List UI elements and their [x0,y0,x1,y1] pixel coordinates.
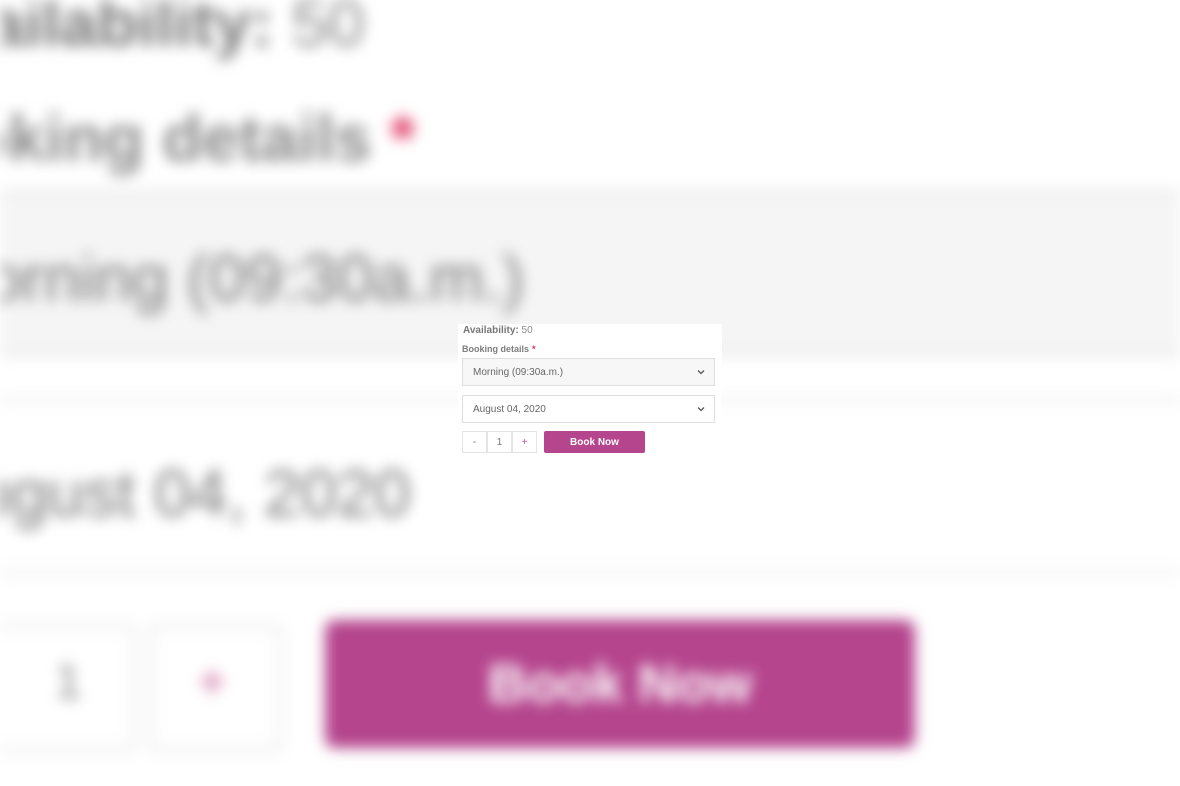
backdrop-date-text: August 04, 2020 [0,456,411,530]
session-select[interactable]: Morning (09:30a.m.) [462,358,715,386]
backdrop-plus-sign: + [198,656,227,709]
required-marker: * [532,344,536,354]
product-booking-view: Availability: 50 Booking details * Morni… [0,0,1180,786]
backdrop-booking-label: Booking details * [0,101,416,175]
backdrop-qty-value: 1 [55,656,82,709]
chevron-down-icon [697,370,705,375]
date-select-value: August 04, 2020 [473,403,546,415]
booking-details-text: Booking details [462,344,530,354]
availability-value: 50 [521,325,533,336]
availability-row: Availability: 50 [463,325,533,336]
quantity-decrement-button[interactable]: - [462,431,487,453]
backdrop-book-button: Book Now [325,620,915,748]
chevron-down-icon [697,407,705,412]
booking-widget: Availability: 50 Booking details * Mornin… [458,324,722,458]
quantity-input[interactable]: 1 [487,431,512,453]
quantity-increment-button[interactable]: + [512,431,537,453]
availability-label: Availability: [463,325,519,336]
session-select-value: Morning (09:30a.m.) [473,366,564,378]
booking-details-label: Booking details * [462,344,536,354]
date-select[interactable]: August 04, 2020 [462,395,715,423]
backdrop-availability: Availability: 50 [0,0,365,60]
backdrop-session-text: Morning (09:30a.m.) [0,241,525,315]
book-now-button[interactable]: Book Now [544,431,645,453]
